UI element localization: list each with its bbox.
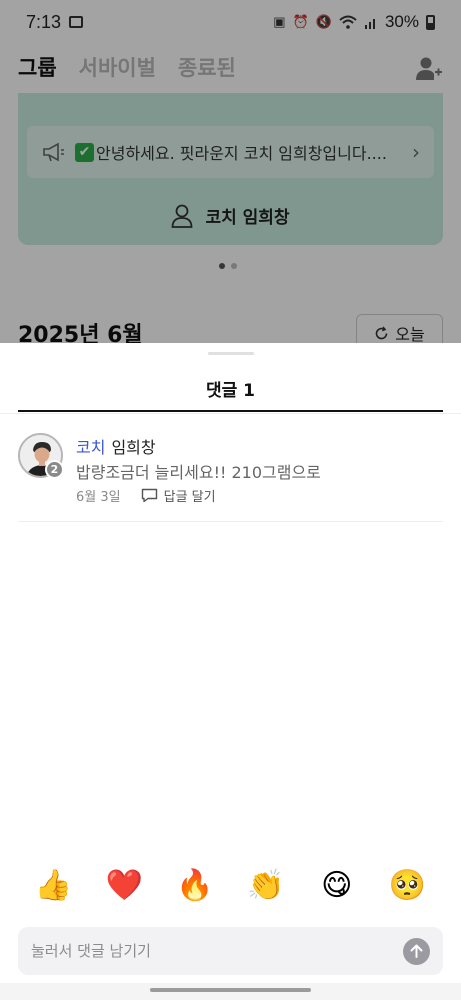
fire-emoji-button[interactable]: 🔥 [169, 859, 221, 911]
yum-emoji-button[interactable]: 😋 [311, 859, 363, 911]
reply-button[interactable]: 답글 달기 [141, 486, 216, 505]
divider [0, 413, 461, 414]
comment-item: 2 코치 임희창 밥량조금더 늘리세요!! 210그램으로 6월 3일 답글 달기 [18, 433, 443, 521]
emoji-reaction-bar: 👍 ❤️ 🔥 👏 😋 🥺 [0, 855, 461, 915]
drag-handle[interactable] [208, 352, 254, 355]
send-button[interactable] [403, 937, 430, 965]
comment-input[interactable] [31, 942, 403, 960]
comment-divider [18, 521, 443, 522]
sheet-title: 댓글 1 [205, 381, 256, 401]
arrow-up-icon [410, 944, 423, 958]
comment-input-box[interactable] [18, 927, 443, 975]
dim-overlay[interactable] [0, 0, 461, 360]
clapping-emoji-button[interactable]: 👏 [240, 859, 292, 911]
pleading-emoji-button[interactable]: 🥺 [382, 859, 434, 911]
heart-emoji-button[interactable]: ❤️ [98, 859, 150, 911]
author-name: 임희창 [111, 438, 156, 457]
author-role: 코치 [76, 438, 106, 457]
reply-label: 답글 달기 [163, 490, 216, 505]
home-gesture-bar[interactable] [150, 988, 311, 992]
thumbs-up-emoji-button[interactable]: 👍 [27, 859, 79, 911]
comment-date: 6월 3일 [76, 490, 121, 505]
comment-author[interactable]: 코치 임희창 [76, 434, 156, 458]
level-badge: 2 [45, 460, 64, 479]
speech-bubble-icon [141, 488, 157, 503]
comments-sheet: 댓글 1 2 코치 임희창 밥량조금더 늘리세요!! 210그램으로 6월 3일 [0, 343, 461, 1000]
comment-meta: 6월 3일 답글 달기 [76, 486, 216, 505]
title-underline [18, 410, 443, 412]
comment-text: 밥량조금더 늘리세요!! 210그램으로 [76, 463, 321, 482]
